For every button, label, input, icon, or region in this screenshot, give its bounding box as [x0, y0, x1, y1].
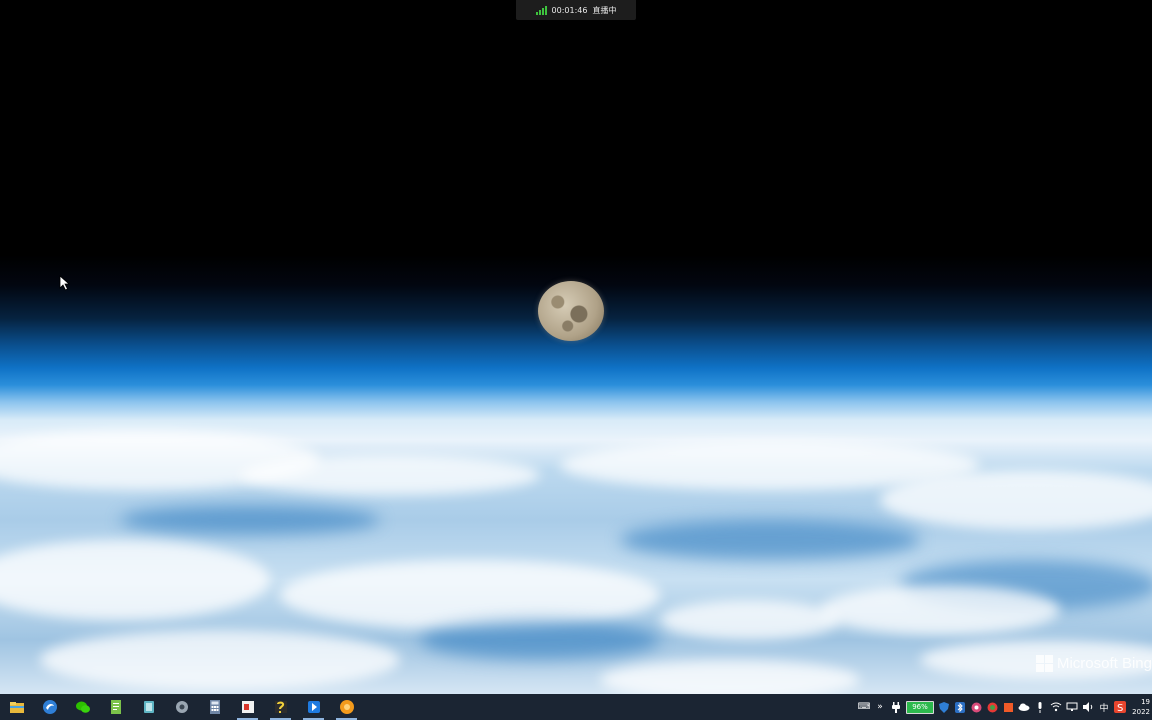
signal-icon	[535, 5, 547, 15]
file-explorer-icon	[9, 702, 24, 713]
power-plug-icon[interactable]	[890, 701, 902, 713]
battery-percent: 96%	[912, 703, 928, 711]
live-status: 直播中	[592, 5, 617, 15]
microphone-icon[interactable]	[1034, 701, 1046, 713]
show-hidden-icons-button[interactable]: »	[874, 701, 886, 713]
bluetooth-icon[interactable]	[954, 701, 966, 713]
taskbar-tool[interactable]	[165, 694, 198, 720]
volume-icon[interactable]	[1082, 701, 1094, 713]
ocean-patch	[120, 505, 380, 535]
display-icon[interactable]	[1066, 701, 1078, 713]
ocean-patch	[420, 620, 660, 660]
calculator-icon	[209, 700, 220, 714]
tool-icon	[175, 701, 188, 713]
taskbar-orange-app[interactable]	[330, 694, 363, 720]
battery-indicator[interactable]: 96%	[906, 700, 934, 714]
orange-app-icon	[339, 700, 354, 714]
taskbar-script[interactable]	[264, 694, 297, 720]
clock-date: 2022	[1132, 708, 1150, 716]
notepad-icon	[110, 700, 121, 714]
cloud	[880, 470, 1152, 530]
keyboard-icon[interactable]: ⌨	[858, 701, 871, 713]
ocean-patch	[620, 520, 920, 560]
mouse-pointer-icon	[59, 275, 71, 291]
desktop-wallpaper: Microsoft Bing	[0, 0, 1152, 694]
sogou-input-icon[interactable]: S	[1114, 701, 1126, 713]
moon	[538, 281, 604, 341]
onedrive-icon[interactable]	[1018, 701, 1030, 713]
cloud	[660, 600, 840, 640]
watermark-text: Microsoft Bing	[1056, 655, 1152, 672]
wechat-icon	[75, 701, 90, 713]
taskbar-calculator[interactable]	[198, 694, 231, 720]
ime-indicator[interactable]: 中	[1098, 701, 1110, 714]
taskbar-browser[interactable]	[33, 694, 66, 720]
taskbar: ⌨ » 96% 中 S 19 2022	[0, 694, 1152, 720]
system-clock[interactable]: 19 2022	[1130, 697, 1150, 717]
cloud	[600, 660, 860, 694]
taskbar-file-explorer[interactable]	[0, 694, 33, 720]
live-timer: 00:01:46	[551, 5, 588, 15]
wifi-icon[interactable]	[1050, 701, 1062, 713]
presentation-icon	[241, 701, 254, 713]
security-app-icon[interactable]	[1002, 701, 1014, 713]
shield-icon[interactable]	[938, 701, 950, 713]
taskbar-wechat[interactable]	[66, 694, 99, 720]
network-app-icon[interactable]	[986, 701, 998, 713]
taskbar-blue-app[interactable]	[297, 694, 330, 720]
bing-watermark: Microsoft Bing	[1035, 655, 1152, 672]
taskbar-notepad[interactable]	[99, 694, 132, 720]
browser-icon	[42, 700, 57, 714]
app-blue-icon	[307, 701, 320, 713]
app-icon	[143, 701, 154, 713]
cloud	[280, 560, 660, 630]
svg-text:S: S	[1117, 703, 1123, 713]
live-stream-indicator[interactable]: 00:01:46 直播中	[516, 0, 636, 20]
cloud	[240, 455, 540, 495]
microsoft-logo-icon	[1035, 655, 1053, 672]
record-icon[interactable]	[970, 701, 982, 713]
cloud	[820, 585, 1060, 635]
clock-time: 19	[1141, 698, 1150, 706]
cloud	[0, 540, 270, 620]
taskbar-app[interactable]	[132, 694, 165, 720]
cloud	[40, 630, 400, 690]
system-tray: ⌨ » 96% 中 S 19 2022	[858, 694, 1152, 720]
taskbar-presentation[interactable]	[231, 694, 264, 720]
script-icon	[274, 701, 287, 713]
